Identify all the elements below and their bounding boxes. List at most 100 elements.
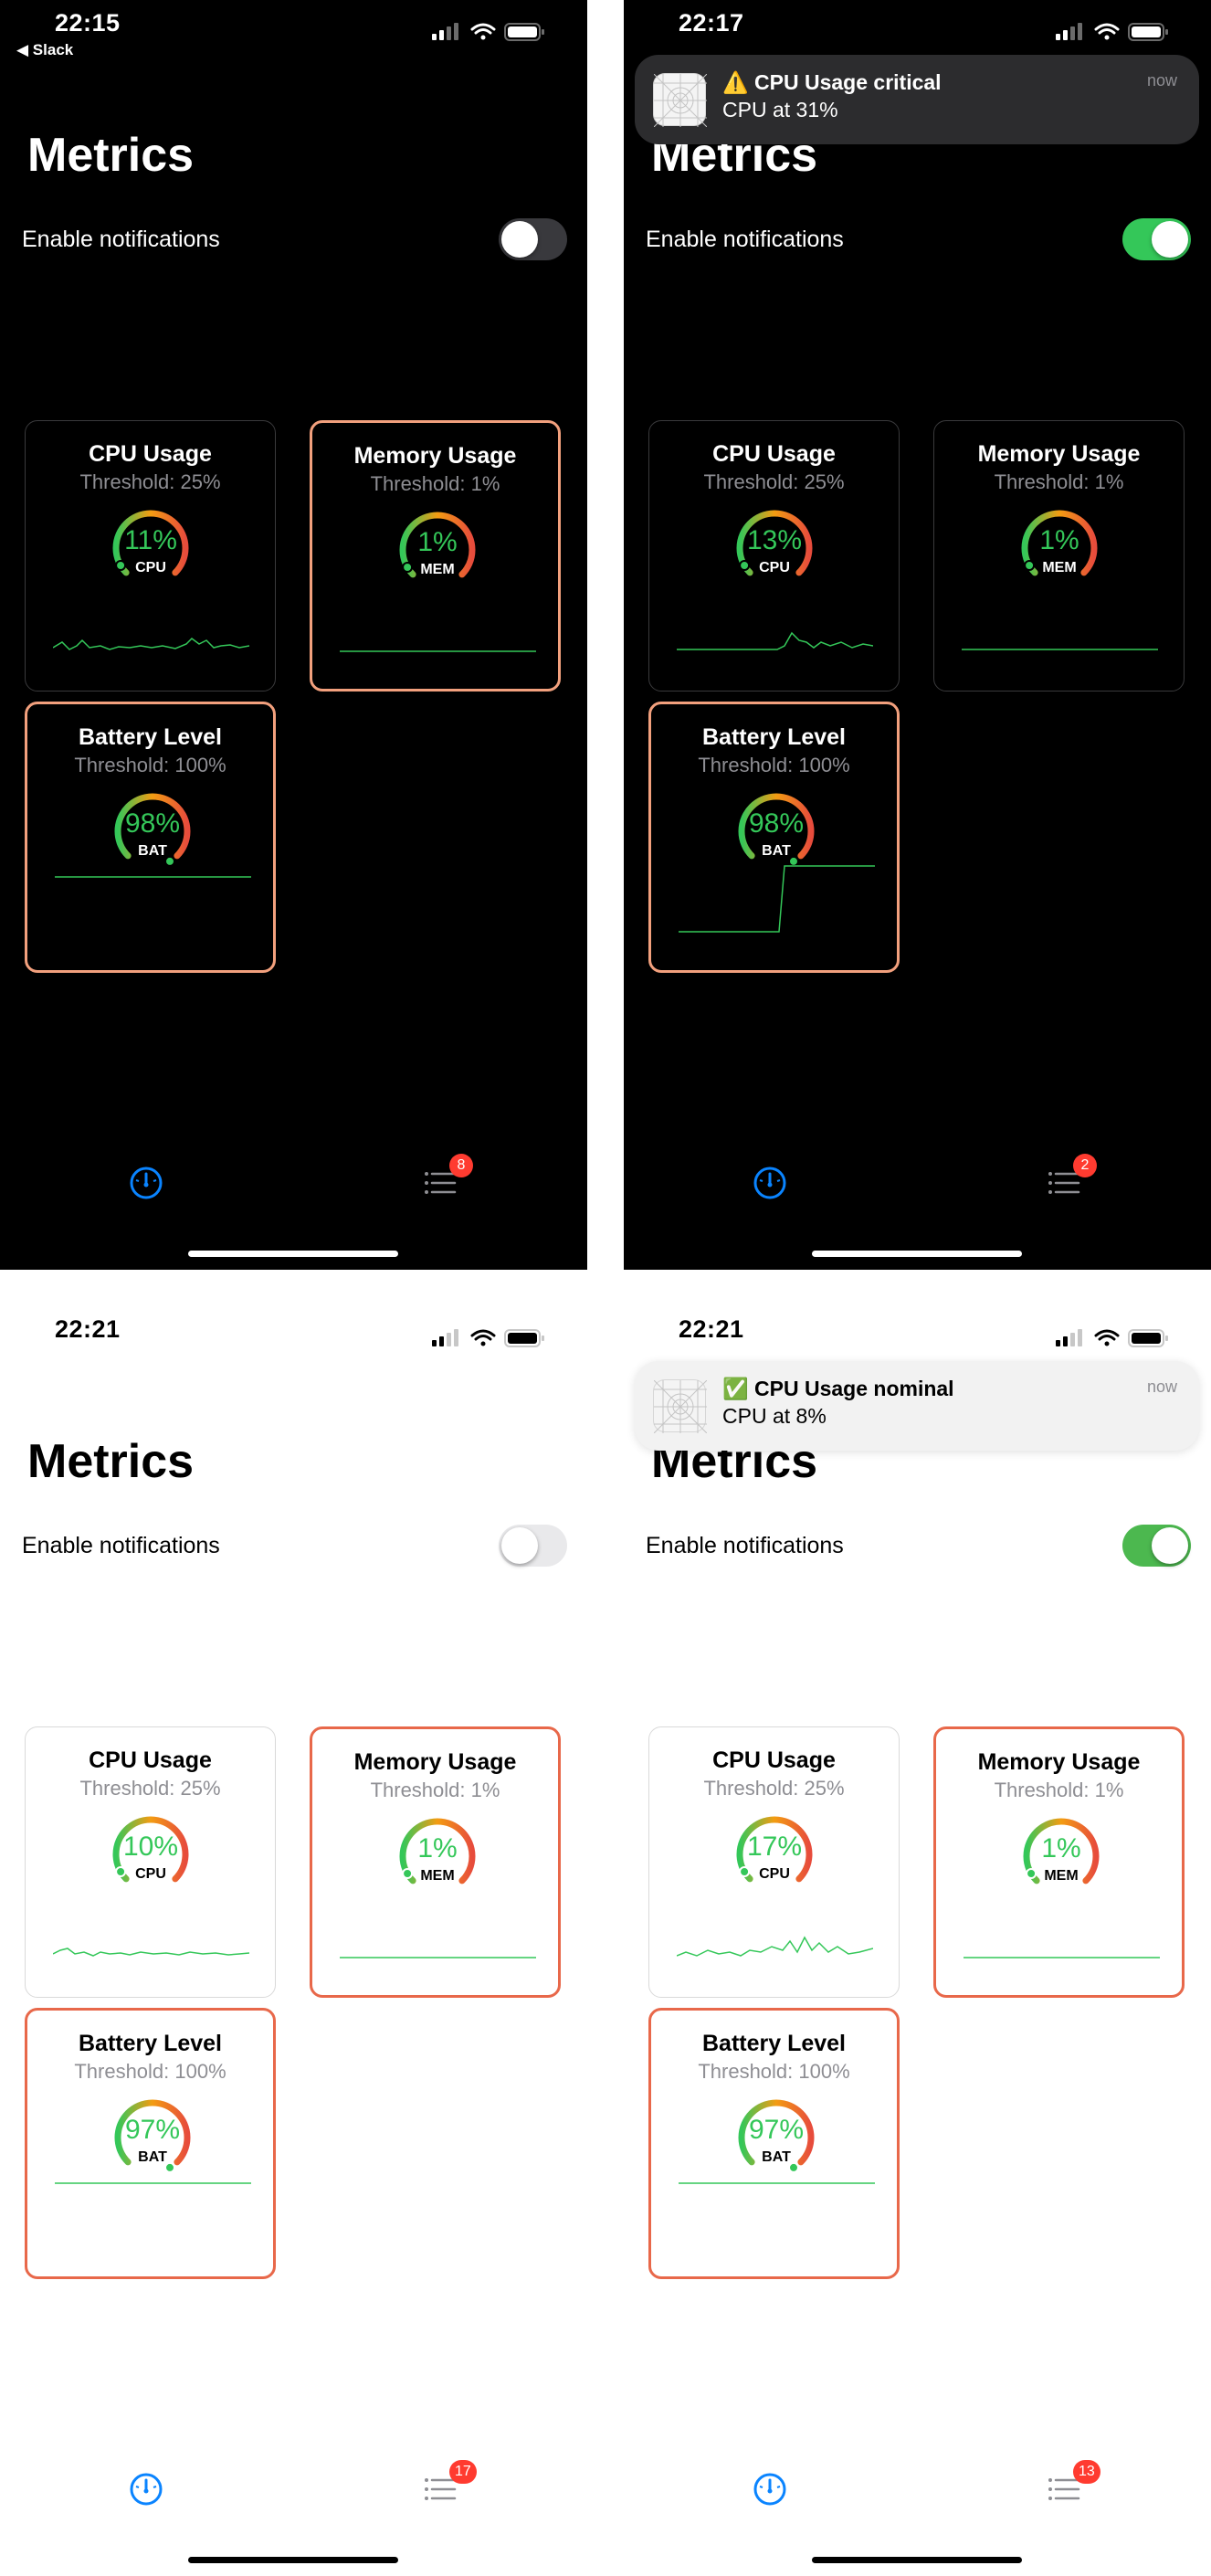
gauge-icon	[753, 2473, 786, 2506]
banner-title: ✅ CPU Usage nominal	[722, 1377, 954, 1400]
notifications-row: Enable notifications	[646, 1525, 1191, 1567]
battery-card[interactable]: Battery Level Threshold: 100% 98% BAT	[25, 702, 276, 973]
battery-sparkline	[55, 2182, 251, 2184]
card-threshold: Threshold: 100%	[74, 2060, 226, 2083]
gauge-value: 97%	[748, 2115, 805, 2145]
screen-2: 22:17 Metrics ⚠️ CPU Usage critical CPU …	[624, 0, 1211, 1270]
tab-alerts[interactable]: 17	[422, 2460, 477, 2512]
cpu-sparkline	[677, 1936, 873, 1957]
gauge-icon	[130, 2473, 163, 2506]
battery-gauge: 98% BAT	[107, 790, 198, 872]
memory-card[interactable]: Memory Usage Threshold: 1% 1% MEM	[933, 1726, 1185, 1998]
cpu-gauge: 11% CPU	[105, 507, 196, 589]
tab-dashboard[interactable]	[128, 1165, 164, 1206]
home-indicator[interactable]	[188, 2557, 398, 2563]
battery-gauge: 97% BAT	[731, 2096, 822, 2179]
memory-card[interactable]: Memory Usage Threshold: 1% 1% MEM	[310, 1726, 561, 1998]
gauge-icon	[130, 1167, 163, 1199]
card-title: Battery Level	[78, 724, 223, 750]
banner-title: ⚠️ CPU Usage critical	[722, 70, 942, 94]
gauge-unit: MEM	[1044, 1868, 1079, 1884]
memory-gauge: 1% MEM	[1016, 1815, 1107, 1897]
card-threshold: Threshold: 100%	[698, 2060, 850, 2083]
card-title: Memory Usage	[353, 443, 517, 469]
notification-banner[interactable]: ⚠️ CPU Usage critical CPU at 31% now	[635, 55, 1199, 144]
gauge-value: 1%	[1039, 525, 1079, 555]
card-title: CPU Usage	[89, 1747, 212, 1773]
tab-dashboard[interactable]	[752, 1165, 788, 1206]
toggle-knob	[1152, 1527, 1188, 1564]
memory-card[interactable]: Memory Usage Threshold: 1% 1% MEM	[933, 420, 1185, 692]
battery-icon	[504, 1329, 544, 1347]
tab-alerts[interactable]: 8	[422, 1154, 473, 1206]
memory-gauge: 1% MEM	[392, 509, 483, 591]
battery-card[interactable]: Battery Level Threshold: 100% 97% BAT	[25, 2008, 276, 2279]
memory-card[interactable]: Memory Usage Threshold: 1% 1% MEM	[310, 420, 561, 692]
notification-banner[interactable]: ✅ CPU Usage nominal CPU at 8% now	[635, 1361, 1199, 1451]
card-title: CPU Usage	[89, 441, 212, 467]
banner-time: now	[1146, 1378, 1177, 1396]
tab-alerts[interactable]: 13	[1046, 2460, 1100, 2512]
battery-sparkline	[679, 2182, 875, 2184]
gauge-value: 1%	[417, 1833, 458, 1863]
gauge-unit: BAT	[762, 2149, 791, 2165]
gauge-unit: BAT	[138, 2149, 167, 2165]
tab-dashboard[interactable]	[752, 2471, 788, 2512]
card-title: Memory Usage	[977, 441, 1141, 467]
memory-gauge: 1% MEM	[392, 1815, 483, 1897]
status-time: 22:15	[55, 9, 121, 37]
battery-icon	[1128, 1329, 1168, 1347]
notifications-row: Enable notifications	[22, 218, 567, 260]
alerts-badge: 2	[1073, 1154, 1097, 1177]
card-title: Battery Level	[701, 724, 847, 750]
home-indicator[interactable]	[188, 1251, 398, 1257]
battery-card[interactable]: Battery Level Threshold: 100% 98% BAT	[648, 702, 900, 973]
cpu-card[interactable]: CPU Usage Threshold: 25% 10% CPU	[25, 1726, 276, 1998]
banner-time: now	[1146, 71, 1177, 90]
cpu-card[interactable]: CPU Usage Threshold: 25% 17% CPU	[648, 1726, 900, 1998]
screen-1: 22:15 ◀ Slack Metrics Enable notificatio…	[0, 0, 587, 1270]
tab-dashboard[interactable]	[128, 2471, 164, 2512]
cpu-sparkline	[53, 638, 249, 650]
notifications-toggle[interactable]	[1122, 1525, 1191, 1567]
signal-icon	[432, 1329, 458, 1346]
app-icon	[653, 1379, 708, 1434]
gauge-value: 17%	[746, 1832, 803, 1862]
gauge-unit: CPU	[759, 560, 790, 575]
card-threshold: Threshold: 25%	[79, 1777, 221, 1800]
screen-3: 22:21 Metrics Enable notifications CPU U…	[0, 1306, 587, 2576]
cpu-sparkline	[677, 631, 873, 650]
cpu-gauge: 17% CPU	[729, 1813, 820, 1895]
banner-body: CPU at 8%	[722, 1404, 827, 1428]
status-icons	[432, 1326, 551, 1353]
card-title: Memory Usage	[977, 1749, 1141, 1775]
notifications-label: Enable notifications	[646, 1532, 844, 1558]
cpu-card[interactable]: CPU Usage Threshold: 25% 11% CPU	[25, 420, 276, 692]
gauge-value: 98%	[748, 808, 805, 839]
back-to-slack-link[interactable]: ◀ Slack	[16, 41, 73, 59]
cpu-gauge: 10% CPU	[105, 1813, 196, 1895]
card-title: Battery Level	[701, 2031, 847, 2056]
cpu-card[interactable]: CPU Usage Threshold: 25% 13% CPU	[648, 420, 900, 692]
status-time: 22:21	[679, 1315, 744, 1343]
gauge-unit: MEM	[420, 562, 455, 577]
status-time: 22:17	[679, 9, 744, 37]
notifications-toggle[interactable]	[499, 1525, 567, 1567]
card-threshold: Threshold: 100%	[698, 754, 850, 776]
notifications-toggle[interactable]	[1122, 218, 1191, 260]
status-icons	[1056, 20, 1174, 47]
notifications-toggle[interactable]	[499, 218, 567, 260]
app-grid-icon	[653, 73, 708, 128]
home-indicator[interactable]	[812, 2557, 1022, 2563]
card-threshold: Threshold: 100%	[74, 754, 226, 776]
battery-card[interactable]: Battery Level Threshold: 100% 97% BAT	[648, 2008, 900, 2279]
alerts-badge: 17	[449, 2460, 477, 2484]
gauge-value: 13%	[746, 525, 803, 555]
page-title: Metrics	[27, 1435, 195, 1488]
cpu-sparkline	[53, 1948, 249, 1957]
memory-gauge: 1% MEM	[1014, 507, 1105, 589]
app-icon	[653, 73, 708, 128]
tab-alerts[interactable]: 2	[1046, 1154, 1097, 1206]
home-indicator[interactable]	[812, 1251, 1022, 1257]
notifications-label: Enable notifications	[646, 226, 844, 252]
